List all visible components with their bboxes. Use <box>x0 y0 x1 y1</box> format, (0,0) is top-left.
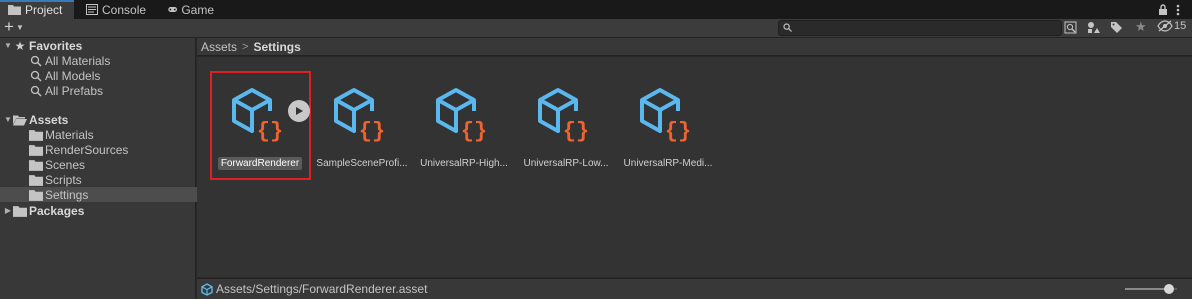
svg-text:{}: {} <box>359 119 385 144</box>
tab-label: Project <box>25 2 63 17</box>
asset-label: UniversalRP-Medi... <box>623 158 713 169</box>
folder-icon <box>8 5 21 15</box>
tree-item-rendersources[interactable]: RenderSources <box>0 142 225 157</box>
breadcrumb-root[interactable]: Assets <box>201 40 237 54</box>
tree-label: Scripts <box>45 172 82 187</box>
asset-item[interactable]: {} UniversalRP-Medi... <box>618 85 718 205</box>
search-input[interactable] <box>793 21 1055 33</box>
tab-label: Game <box>181 2 214 17</box>
tree-label: All Materials <box>45 53 111 68</box>
tree-label: Scenes <box>45 157 86 172</box>
add-button[interactable]: + ▼ <box>4 18 24 36</box>
search-field[interactable] <box>778 20 1062 36</box>
asset-file-icon <box>201 282 213 296</box>
renderer-asset-icon: {} <box>640 88 695 144</box>
tree-item-all-models[interactable]: All Models <box>0 68 225 83</box>
favorites-star-icon[interactable]: ★ <box>1135 19 1147 35</box>
project-toolbar: + ▼ ★ 15 <box>0 18 1192 38</box>
asset-item[interactable]: {} UniversalRP-High... <box>414 85 514 205</box>
tree-item-settings[interactable]: Settings <box>0 187 225 202</box>
chevron-right-icon[interactable]: ▶ <box>3 206 13 215</box>
slider-fill <box>1125 288 1170 290</box>
tree-item-scripts[interactable]: Scripts <box>0 172 225 187</box>
breadcrumb: Assets > Settings <box>197 38 1192 56</box>
search-by-type-icon[interactable] <box>1064 21 1077 34</box>
search-icon <box>30 85 42 96</box>
asset-item[interactable]: {} ForwardRenderer <box>210 85 310 205</box>
folder-open-icon <box>13 115 27 125</box>
tree-label: Assets <box>29 112 69 127</box>
tree-label: RenderSources <box>45 142 129 157</box>
tab-console[interactable]: Console <box>78 0 158 19</box>
renderer-asset-icon: {} <box>436 88 491 144</box>
renderer-asset-icon: {} <box>232 88 287 144</box>
asset-item[interactable]: {} SampleSceneProfi... <box>312 85 412 205</box>
tree-label: Favorites <box>29 38 83 53</box>
asset-label: SampleSceneProfi... <box>316 158 408 169</box>
search-icon <box>783 23 792 32</box>
tab-game[interactable]: Game <box>160 0 222 19</box>
filter-by-type-icon[interactable] <box>1087 21 1100 34</box>
svg-text:{}: {} <box>563 119 589 144</box>
folder-icon <box>29 174 43 186</box>
folder-icon <box>29 159 43 171</box>
selected-asset-path: Assets/Settings/ForwardRenderer.asset <box>216 282 428 296</box>
chevron-down-icon[interactable]: ▼ <box>3 41 13 50</box>
folder-icon <box>29 144 43 156</box>
renderer-asset-icon: {} <box>334 88 389 144</box>
breadcrumb-current[interactable]: Settings <box>253 40 300 54</box>
tree-label: All Models <box>45 68 101 83</box>
tree-item-all-materials[interactable]: All Materials <box>0 53 225 68</box>
lock-icon[interactable] <box>1158 4 1168 15</box>
asset-label: ForwardRenderer <box>210 157 310 170</box>
star-icon: ★ <box>14 38 26 53</box>
tree-label: All Prefabs <box>45 83 104 98</box>
svg-text:{}: {} <box>665 119 691 144</box>
slider-thumb[interactable] <box>1164 284 1175 294</box>
eye-hidden-icon <box>1157 20 1173 32</box>
tree-label: Materials <box>45 127 94 142</box>
play-icon <box>296 107 303 115</box>
icon-size-slider[interactable] <box>1125 284 1177 294</box>
more-options-icon[interactable] <box>1176 4 1180 16</box>
tree-item-assets[interactable]: ▼ Assets <box>0 112 199 127</box>
asset-label: UniversalRP-Low... <box>523 158 609 169</box>
chevron-down-icon[interactable]: ▼ <box>3 115 13 124</box>
search-icon <box>30 55 42 66</box>
asset-label: UniversalRP-High... <box>420 158 508 169</box>
asset-item[interactable]: {} UniversalRP-Low... <box>516 85 616 205</box>
tree-label: Packages <box>29 203 85 218</box>
add-icon: + <box>4 17 14 36</box>
asset-grid: {} ForwardRenderer {} SampleSceneProfi..… <box>197 57 1192 277</box>
tree-item-scenes[interactable]: Scenes <box>0 157 225 172</box>
tab-label: Console <box>102 2 147 17</box>
search-icon <box>30 70 42 81</box>
chevron-down-icon: ▼ <box>15 22 24 32</box>
filter-by-label-icon[interactable] <box>1110 21 1123 34</box>
svg-text:{}: {} <box>257 119 283 144</box>
tab-bar: Project Console Game <box>0 0 1192 19</box>
status-bar: Assets/Settings/ForwardRenderer.asset <box>197 278 1192 299</box>
folder-icon <box>29 129 43 141</box>
gamepad-icon <box>168 7 178 12</box>
tree-label: Settings <box>45 187 89 202</box>
project-sidebar: ▼ ★ Favorites All Materials All Models A… <box>0 38 225 299</box>
folder-icon <box>13 205 27 217</box>
hidden-packages-toggle[interactable]: 15 <box>1157 20 1186 32</box>
tree-item-all-prefabs[interactable]: All Prefabs <box>0 83 225 98</box>
console-icon <box>86 4 98 15</box>
renderer-asset-icon: {} <box>538 88 593 144</box>
svg-text:{}: {} <box>461 119 487 144</box>
tree-item-packages[interactable]: ▶ Packages <box>0 203 199 218</box>
tree-item-materials[interactable]: Materials <box>0 127 225 142</box>
play-button[interactable] <box>288 100 310 122</box>
folder-icon <box>29 189 43 201</box>
tree-item-favorites[interactable]: ▼ ★ Favorites <box>0 38 199 53</box>
breadcrumb-separator: > <box>242 40 249 53</box>
hidden-count: 15 <box>1174 20 1187 32</box>
